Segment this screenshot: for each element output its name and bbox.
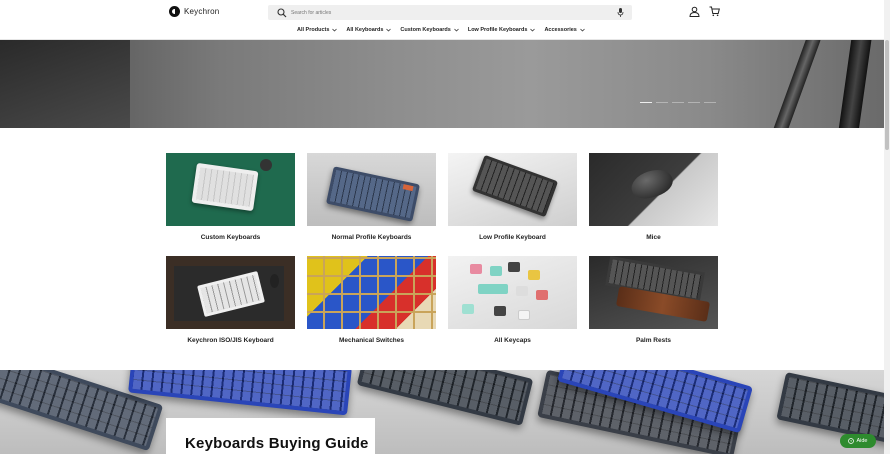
category-card-all-keycaps[interactable]: All Keycaps xyxy=(448,256,577,359)
guide-title: Keyboards Buying Guide xyxy=(185,435,369,452)
nav-label: All Keyboards xyxy=(346,27,384,33)
search-input[interactable] xyxy=(291,9,591,16)
microphone-icon[interactable] xyxy=(617,8,624,17)
category-card-mice[interactable]: Mice xyxy=(589,153,718,256)
mechanical-switches-image xyxy=(307,256,436,329)
slide-dot[interactable] xyxy=(656,102,668,103)
slide-dot[interactable] xyxy=(640,102,652,103)
category-label: Custom Keyboards xyxy=(200,234,261,241)
category-card-iso-jis[interactable]: Keychron ISO/JIS Keyboard xyxy=(166,256,295,359)
category-card-custom-keyboards[interactable]: Custom Keyboards xyxy=(166,153,295,256)
slide-dot[interactable] xyxy=(704,102,716,103)
account-icon[interactable] xyxy=(689,6,700,17)
keycaps-image xyxy=(448,256,577,329)
palm-rest-image xyxy=(589,256,718,329)
nav-low-profile-keyboards[interactable]: Low Profile Keyboards xyxy=(468,27,536,33)
iso-jis-keyboard-image xyxy=(166,256,295,329)
site-header: Keychron All Products All Keyboards Cust… xyxy=(0,0,884,40)
category-card-low-profile[interactable]: Low Profile Keyboard xyxy=(448,153,577,256)
cart-icon[interactable] xyxy=(709,6,720,17)
nav-label: Custom Keyboards xyxy=(400,27,451,33)
hero-desk-image xyxy=(0,40,130,128)
page: Keychron All Products All Keyboards Cust… xyxy=(0,0,890,454)
nav-all-products[interactable]: All Products xyxy=(297,27,338,33)
category-label: Low Profile Keyboard xyxy=(479,234,546,241)
logo[interactable]: Keychron xyxy=(169,6,219,17)
nav-label: Low Profile Keyboards xyxy=(467,27,528,33)
category-label: Mice xyxy=(646,234,661,241)
nav-all-keyboards[interactable]: All Keyboards xyxy=(346,27,392,33)
category-label: All Keycaps xyxy=(494,337,531,344)
scrollbar-thumb[interactable] xyxy=(885,40,889,150)
search-bar xyxy=(268,5,632,20)
nav-label: Accessories xyxy=(544,27,577,33)
category-card-palm-rests[interactable]: Palm Rests xyxy=(589,256,718,359)
normal-profile-keyboard-image xyxy=(307,153,436,226)
chat-label: Aide xyxy=(856,438,868,444)
chevron-down-icon xyxy=(454,28,459,32)
category-label: Keychron ISO/JIS Keyboard xyxy=(187,337,274,344)
category-card-normal-profile[interactable]: Normal Profile Keyboards xyxy=(307,153,436,256)
hero-pen-image xyxy=(767,40,823,128)
chevron-down-icon xyxy=(530,28,536,32)
hero-pen-image xyxy=(837,40,873,128)
help-icon: ? xyxy=(848,438,855,444)
chevron-down-icon xyxy=(580,28,585,32)
chevron-down-icon xyxy=(332,28,338,32)
mouse-image xyxy=(589,153,718,226)
category-card-mechanical-switches[interactable]: Mechanical Switches xyxy=(307,256,436,359)
scrollbar[interactable] xyxy=(884,0,890,454)
buying-guide-banner[interactable] xyxy=(0,370,884,454)
category-label: Mechanical Switches xyxy=(338,337,405,344)
logo-text: Keychron xyxy=(184,7,220,16)
chevron-down-icon xyxy=(386,28,392,32)
keyboard-photo xyxy=(356,370,534,426)
nav-accessories[interactable]: Accessories xyxy=(544,27,585,33)
nav-custom-keyboards[interactable]: Custom Keyboards xyxy=(400,27,459,33)
slideshow-dots xyxy=(640,102,716,103)
nav-label: All Products xyxy=(297,27,330,33)
category-label: Normal Profile Keyboards xyxy=(331,234,412,241)
slide-dot[interactable] xyxy=(688,102,700,103)
chat-button[interactable]: ? Aide xyxy=(840,434,876,448)
category-grid: Custom Keyboards Normal Profile Keyboard… xyxy=(166,153,719,359)
search-icon[interactable] xyxy=(277,7,287,18)
category-label: Palm Rests xyxy=(635,337,672,344)
hero-banner[interactable] xyxy=(0,40,884,128)
logo-icon xyxy=(169,6,180,17)
main-nav: All Products All Keyboards Custom Keyboa… xyxy=(297,27,585,33)
low-profile-keyboard-image xyxy=(448,153,577,226)
slide-dot[interactable] xyxy=(672,102,684,103)
custom-keyboard-image xyxy=(166,153,295,226)
